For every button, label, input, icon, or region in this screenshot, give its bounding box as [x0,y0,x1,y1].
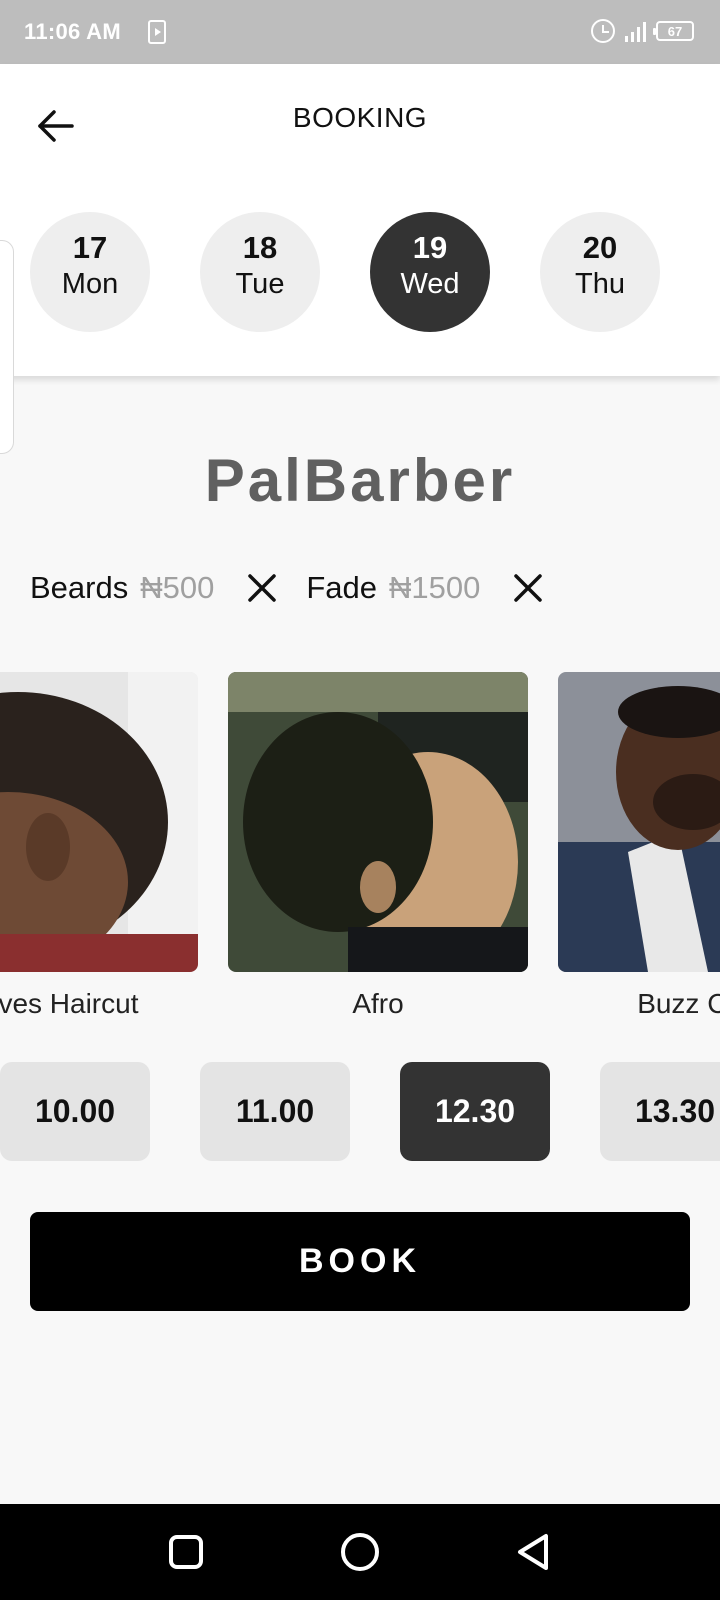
selected-services: Beards ₦500 Fade ₦1500 [30,570,572,606]
style-card-afro[interactable]: Afro [228,672,528,1020]
home-circle-icon[interactable] [334,1526,386,1578]
day-number: 19 [412,230,448,265]
book-button[interactable]: BOOK [30,1212,690,1311]
service-chip-fade: Fade ₦1500 [306,570,546,606]
status-time: 11:06 AM [24,19,121,44]
day-chip-20[interactable]: 20 Thu [540,212,660,332]
day-chip-19-selected[interactable]: 19 Wed [370,212,490,332]
day-name: Tue [235,268,285,300]
day-name: Mon [61,268,119,300]
day-chip-18[interactable]: 18 Tue [200,212,320,332]
day-name: Thu [575,268,625,300]
recents-square-icon[interactable] [160,1526,212,1578]
navigation-bar [0,1504,720,1600]
style-card-buzz-cut[interactable]: Buzz Cut w [558,672,720,1020]
shop-name: PalBarber [204,447,516,514]
style-photo [228,672,528,972]
screen-record-icon [148,20,166,44]
side-drawer-handle[interactable] [0,240,14,454]
service-name: Fade [306,570,378,605]
day-number: 17 [72,230,108,265]
time-slot-1230-selected[interactable]: 12.30 [400,1062,550,1161]
alarm-icon [591,19,615,43]
time-slot-1000[interactable]: 10.00 [0,1062,150,1161]
time-slot-1330[interactable]: 13.30 [600,1062,720,1161]
style-label: Waves Haircut [0,988,139,1019]
service-chip-beards: Beards ₦500 [30,570,280,606]
day-number: 18 [242,230,278,265]
status-icons: 67 [591,19,694,43]
close-icon[interactable] [510,570,546,606]
style-photo [558,672,720,972]
battery-icon: 67 [653,21,694,41]
style-label: Buzz Cut w [637,988,720,1019]
close-icon[interactable] [244,570,280,606]
booking-header: BOOKING 17 Mon 18 Tue 19 Wed 20 Thu [0,64,720,376]
day-selector: 17 Mon 18 Tue 19 Wed 20 Thu [0,212,720,332]
time-slot-1100[interactable]: 11.00 [200,1062,350,1161]
signal-icon [625,20,646,42]
page-title: BOOKING [292,102,428,133]
hairstyle-carousel[interactable]: Waves Haircut Afro [0,672,720,1032]
day-number: 20 [582,230,618,265]
service-price: ₦1500 [389,570,481,605]
style-card-waves[interactable]: Waves Haircut [0,672,198,1020]
service-name: Beards [30,570,129,605]
style-photo [0,672,198,972]
style-label: Afro [352,988,404,1019]
time-slot-list: 10.00 11.00 12.30 13.30 [0,1062,720,1162]
status-bar: 11:06 AM 67 [0,0,720,64]
back-triangle-icon[interactable] [508,1526,560,1578]
service-price: ₦500 [140,570,215,605]
day-name: Wed [400,268,460,300]
day-chip-17[interactable]: 17 Mon [30,212,150,332]
